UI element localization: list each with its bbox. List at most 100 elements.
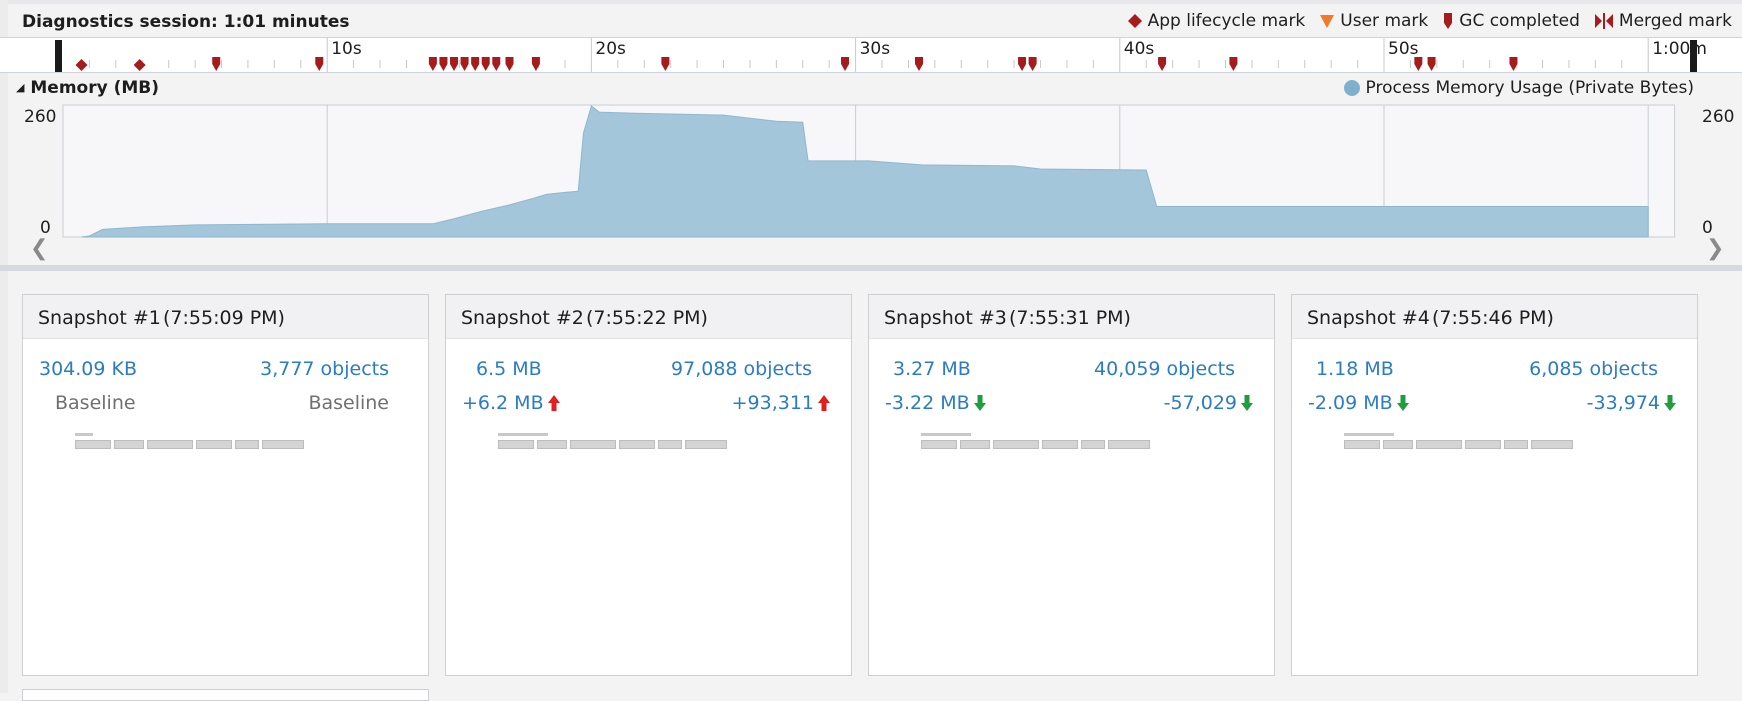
- series-dot-icon: [1343, 80, 1360, 96]
- memory-chart[interactable]: [0, 100, 1742, 245]
- gc-completed-mark[interactable]: [212, 57, 221, 71]
- panel-splitter[interactable]: [0, 265, 1742, 271]
- snapshot-time: (7:55:09 PM): [163, 307, 285, 329]
- snapshot-time: (7:55:22 PM): [586, 307, 708, 329]
- collapse-triangle-icon[interactable]: ◢: [16, 81, 24, 94]
- legend-merged-mark[interactable]: Merged mark: [1594, 11, 1732, 31]
- gc-marker-icon: [1444, 13, 1453, 29]
- snapshot-header: Snapshot #1 (7:55:09 PM): [23, 295, 428, 339]
- tick-label: 1:00m: [1652, 39, 1707, 59]
- gc-completed-mark[interactable]: [841, 57, 850, 71]
- session-header: Diagnostics session: 1:01 minutes App li…: [0, 8, 1742, 38]
- gc-completed-mark[interactable]: [1427, 57, 1436, 71]
- snapshot-card-4[interactable]: Snapshot #4 (7:55:46 PM) 1.18 MB 6,085 o…: [1291, 294, 1698, 676]
- arrow-down-icon: [1396, 395, 1409, 411]
- gc-completed-mark[interactable]: [915, 57, 924, 71]
- snapshot-thumbnail: [921, 433, 1150, 449]
- legend-label: GC completed: [1459, 11, 1580, 31]
- gc-completed-mark[interactable]: [460, 57, 469, 71]
- legend-app-lifecycle[interactable]: App lifecycle mark: [1127, 11, 1306, 31]
- snapshot-thumbnail: [498, 433, 727, 449]
- app-lifecycle-mark[interactable]: [133, 59, 146, 71]
- tick-label: 40s: [1124, 39, 1155, 59]
- legend-label: Merged mark: [1618, 11, 1732, 31]
- legend-user-mark[interactable]: User mark: [1319, 11, 1428, 31]
- snapshot-size-link[interactable]: 6.5 MB: [476, 358, 542, 380]
- delta-size-label: -3.22 MB: [885, 392, 970, 414]
- legend-label: User mark: [1340, 11, 1429, 31]
- tick-label: 50s: [1388, 39, 1419, 59]
- gc-completed-mark[interactable]: [1028, 57, 1037, 71]
- snapshot-header: Snapshot #3 (7:55:31 PM): [869, 295, 1274, 339]
- memory-legend-label: Process Memory Usage (Private Bytes): [1365, 78, 1694, 98]
- gc-completed-mark[interactable]: [1158, 57, 1167, 71]
- snapshot-time: (7:55:46 PM): [1432, 307, 1554, 329]
- snapshot-objects-link[interactable]: 6,085 objects: [1529, 358, 1658, 380]
- gc-completed-mark[interactable]: [1229, 57, 1238, 71]
- snapshot-objects-delta[interactable]: +93,311: [732, 392, 831, 414]
- chevron-left-icon[interactable]: ❮: [30, 236, 48, 261]
- range-start-handle[interactable]: [55, 40, 62, 72]
- delta-objects-label: -33,974: [1586, 392, 1660, 414]
- delta-size-label: +6.2 MB: [462, 392, 544, 414]
- snapshot-size-delta[interactable]: +6.2 MB: [462, 392, 561, 414]
- snapshot-objects-link[interactable]: 3,777 objects: [260, 358, 389, 380]
- merged-mark-icon: [1594, 13, 1613, 29]
- arrow-up-icon: [818, 395, 830, 411]
- snapshot-thumbnail: [1344, 433, 1573, 449]
- gc-completed-mark[interactable]: [661, 57, 670, 71]
- snapshot-card-3[interactable]: Snapshot #3 (7:55:31 PM) 3.27 MB 40,059 …: [868, 294, 1275, 676]
- snapshot-card-2[interactable]: Snapshot #2 (7:55:22 PM) 6.5 MB 97,088 o…: [445, 294, 852, 676]
- gc-completed-mark[interactable]: [315, 57, 324, 71]
- snapshot-size-link[interactable]: 304.09 KB: [39, 358, 137, 380]
- gc-completed-mark[interactable]: [1509, 57, 1518, 71]
- arrow-up-icon: [547, 395, 560, 411]
- gc-completed-mark[interactable]: [492, 57, 501, 71]
- tick-label: 10s: [331, 39, 362, 59]
- gc-completed-mark[interactable]: [505, 57, 514, 71]
- chevron-right-icon[interactable]: ❯: [1706, 236, 1724, 261]
- memory-chart-svg: [62, 104, 1676, 238]
- gc-completed-mark[interactable]: [531, 57, 540, 71]
- timeline-ruler[interactable]: 10s 20s 30s 40s 50s 1:00m: [0, 37, 1742, 73]
- snapshot-objects-delta[interactable]: -57,029: [1164, 392, 1254, 414]
- memory-title[interactable]: ◢ Memory (MB): [16, 78, 159, 98]
- delta-objects-label: +93,311: [731, 392, 814, 414]
- tick-label: 20s: [595, 39, 626, 59]
- arrow-down-icon: [1241, 395, 1253, 411]
- baseline-objects: Baseline: [308, 392, 389, 414]
- legend-label: App lifecycle mark: [1147, 11, 1306, 31]
- next-snapshot-card-edge: [22, 689, 429, 701]
- gc-completed-mark[interactable]: [1018, 57, 1027, 71]
- snapshot-objects-link[interactable]: 97,088 objects: [671, 358, 812, 380]
- snapshot-name: Snapshot #2: [461, 307, 584, 329]
- tick-label: 30s: [860, 39, 891, 59]
- snapshot-size-delta[interactable]: -3.22 MB: [885, 392, 987, 414]
- gc-completed-mark[interactable]: [481, 57, 490, 71]
- snapshot-objects-link[interactable]: 40,059 objects: [1094, 358, 1235, 380]
- snapshot-card-1[interactable]: Snapshot #1 (7:55:09 PM) 304.09 KB 3,777…: [22, 294, 429, 676]
- gc-completed-mark[interactable]: [439, 57, 448, 71]
- snapshot-name: Snapshot #4: [1307, 307, 1430, 329]
- delta-objects-label: -57,029: [1163, 392, 1237, 414]
- legend-gc-completed[interactable]: GC completed: [1442, 11, 1580, 31]
- marks-legend: App lifecycle mark User mark GC complete…: [1127, 11, 1732, 31]
- triangle-down-icon: [1320, 15, 1335, 28]
- timeline-ruler-svg: 10s 20s 30s 40s 50s 1:00m: [55, 38, 1707, 72]
- gc-completed-mark[interactable]: [471, 57, 480, 71]
- snapshot-size-link[interactable]: 3.27 MB: [893, 358, 971, 380]
- gc-completed-mark[interactable]: [1414, 57, 1423, 71]
- snapshot-header: Snapshot #2 (7:55:22 PM): [446, 295, 851, 339]
- snapshot-objects-delta[interactable]: -33,974: [1587, 392, 1677, 414]
- app-lifecycle-mark[interactable]: [75, 59, 88, 71]
- snapshot-size-link[interactable]: 1.18 MB: [1316, 358, 1394, 380]
- gc-completed-mark[interactable]: [450, 57, 459, 71]
- memory-title-label: Memory (MB): [30, 78, 160, 98]
- delta-size-label: -2.09 MB: [1308, 392, 1393, 414]
- gc-completed-mark[interactable]: [428, 57, 437, 71]
- arrow-down-icon: [1664, 395, 1676, 411]
- snapshot-size-delta[interactable]: -2.09 MB: [1308, 392, 1410, 414]
- diamond-icon: [1127, 14, 1142, 28]
- session-title: Diagnostics session: 1:01 minutes: [22, 12, 350, 32]
- memory-header: ◢ Memory (MB) Process Memory Usage (Priv…: [0, 76, 1742, 100]
